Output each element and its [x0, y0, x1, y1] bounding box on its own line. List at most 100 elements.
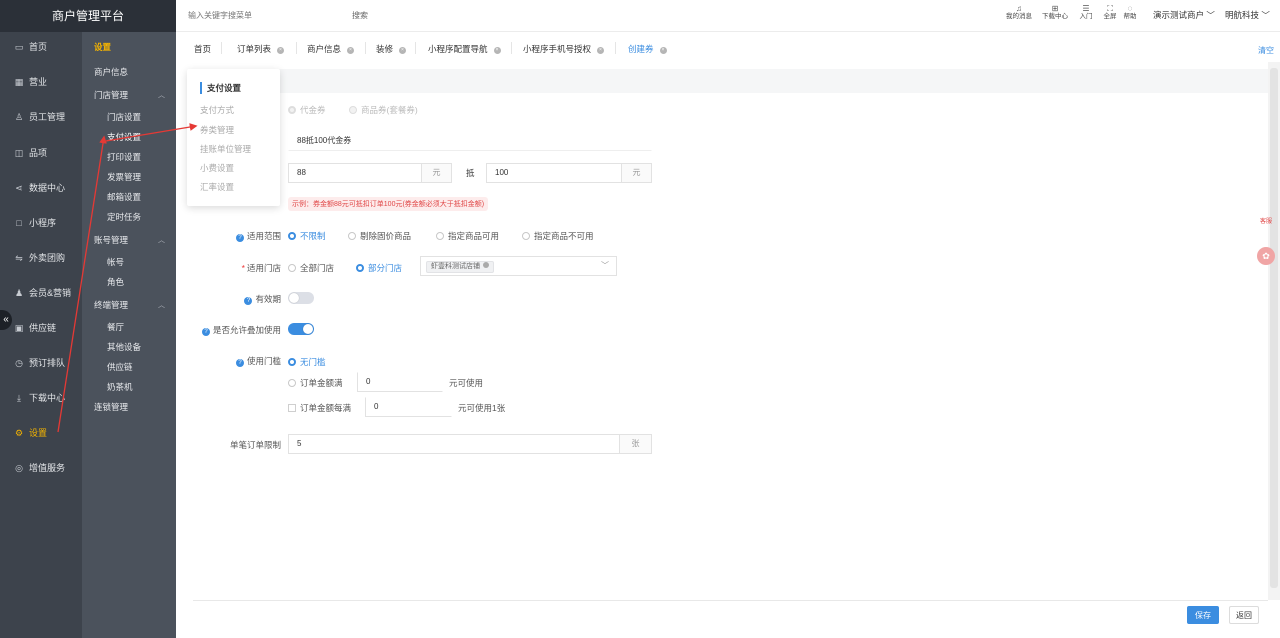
tab-miniapp-phone[interactable]: 小程序手机号授权 ×: [523, 43, 605, 55]
close-icon[interactable]: ×: [597, 47, 605, 54]
close-icon[interactable]: ×: [347, 47, 355, 54]
scope-exclude-fixed-radio[interactable]: 剔除固价商品: [348, 230, 411, 242]
sidebar-item-business[interactable]: ▦ 营业: [0, 67, 82, 97]
validity-toggle[interactable]: [288, 292, 314, 304]
tab-create-coupon[interactable]: 创建券 ×: [628, 43, 667, 55]
submenu-tea-machine[interactable]: 奶茶机: [107, 381, 133, 393]
coupon-name-input[interactable]: 88抵100代金券: [288, 131, 652, 151]
submenu-store-settings[interactable]: 门店设置: [107, 111, 141, 123]
sidebar-item-settings[interactable]: ⚙ 设置: [0, 418, 82, 448]
help-icon[interactable]: ?: [235, 234, 244, 242]
threshold-full-radio[interactable]: 订单金额满: [288, 377, 343, 389]
tab-merchant-info[interactable]: 商户信息 ×: [307, 43, 355, 55]
help-icon[interactable]: ?: [244, 297, 253, 305]
sidebar-item-booking[interactable]: ◷ 预订排队: [0, 348, 82, 378]
submenu-payment-settings[interactable]: 支付设置: [107, 131, 141, 143]
tab-home[interactable]: 首页: [194, 43, 211, 55]
close-icon[interactable]: ×: [493, 47, 501, 54]
stores-all-radio[interactable]: 全部门店: [288, 262, 334, 274]
threshold-label: ? 使用门槛: [205, 355, 281, 367]
scope-specified-radio[interactable]: 指定商品可用: [436, 230, 499, 242]
stores-partial-radio[interactable]: 部分门店: [356, 262, 402, 274]
messages-tool[interactable]: ♫ 我的消息: [1006, 5, 1032, 21]
submenu-account-mgmt[interactable]: 账号管理 ︿: [94, 234, 165, 246]
sidebar-item-member[interactable]: ♟ 会员&营销: [0, 278, 82, 308]
sidebar-item-download[interactable]: ⤓ 下载中心: [0, 383, 82, 413]
submenu-supply-chain[interactable]: 供应链: [107, 361, 133, 373]
sidebar-item-miniapp[interactable]: □ 小程序: [0, 208, 82, 238]
popup-item-payment-methods[interactable]: 支付方式: [200, 104, 234, 116]
close-icon[interactable]: ×: [659, 47, 667, 54]
download-icon: ⊞: [1051, 4, 1059, 13]
sidebar-item-staff[interactable]: ♙ 员工管理: [0, 102, 82, 132]
sidebar-item-products[interactable]: ◫ 品项: [0, 138, 82, 168]
menu-search-input[interactable]: [188, 8, 338, 23]
coupon-type-voucher-radio[interactable]: 代金券: [288, 104, 326, 116]
help-icon[interactable]: ?: [235, 359, 244, 367]
popup-item-tips[interactable]: 小费设置: [200, 162, 234, 174]
clear-tabs-button[interactable]: 清空: [1258, 45, 1274, 56]
submenu-print-settings[interactable]: 打印设置: [107, 151, 141, 163]
tab-decoration[interactable]: 装修 ×: [376, 43, 407, 55]
scrollbar-thumb[interactable]: [1270, 68, 1278, 588]
sidebar-item-services[interactable]: ◎ 增值服务: [0, 453, 82, 483]
tab-orders[interactable]: 订单列表 ×: [237, 43, 285, 55]
tab-bar: 首页 订单列表 × 商户信息 × 装修 × 小程序配置导航 × 小程序手机号授权 × 创建…: [176, 36, 1280, 62]
threshold-each-input[interactable]: 0: [365, 397, 452, 417]
submenu-chain-mgmt[interactable]: 连锁管理: [94, 401, 128, 413]
limit-unit: 张: [620, 434, 652, 454]
tab-miniapp-nav[interactable]: 小程序配置导航 ×: [428, 43, 501, 55]
chevron-down-icon: ﹀: [1206, 10, 1215, 20]
submenu-other-devices[interactable]: 其他设备: [107, 341, 141, 353]
face-value-input[interactable]: 88: [288, 163, 422, 183]
save-button[interactable]: 保存: [1187, 606, 1219, 624]
search-button[interactable]: 搜索: [352, 10, 368, 21]
sidebar: ▭ 首页 ▦ 营业 ♙ 员工管理 ◫ 品项 ⋖ 数据中心 □ 小程序 ⇋ 外卖团购 ♟ 会员&营…: [0, 0, 82, 638]
back-button[interactable]: 返回: [1229, 606, 1259, 624]
submenu-title: 设置: [94, 42, 112, 52]
help-icon[interactable]: ?: [201, 328, 210, 336]
scope-unlimited-radio[interactable]: 不限制: [288, 230, 326, 242]
stack-toggle[interactable]: [288, 323, 314, 335]
close-icon[interactable]: ×: [399, 47, 407, 54]
threshold-full-input[interactable]: 0: [357, 372, 443, 392]
popup-item-credit-units[interactable]: 挂账单位管理: [200, 143, 251, 155]
threshold-each-checkbox[interactable]: 订单金额每满: [288, 402, 351, 414]
close-icon[interactable]: [483, 262, 489, 268]
bell-icon: ♫: [1016, 4, 1022, 13]
validity-label: ? 有效期: [205, 293, 281, 305]
submenu-role[interactable]: 角色: [107, 276, 124, 288]
threshold-none-radio[interactable]: 无门槛: [288, 356, 326, 368]
submenu-merchant-info[interactable]: 商户信息: [94, 66, 128, 78]
coupon-type-product-radio[interactable]: 商品券(套餐券): [349, 104, 418, 116]
limit-input[interactable]: 5: [288, 434, 620, 454]
share-icon: ⋖: [15, 183, 23, 193]
submenu-invoice-mgmt[interactable]: 发票管理: [107, 171, 141, 183]
popup-item-exchange-rate[interactable]: 汇率设置: [200, 181, 234, 193]
download-tool[interactable]: ⊞ 下载中心: [1042, 5, 1068, 21]
submenu-hall[interactable]: 餐厅: [107, 321, 124, 333]
sidebar-item-delivery[interactable]: ⇋ 外卖团购: [0, 243, 82, 273]
chevron-up-icon: ︿: [158, 92, 165, 99]
chevron-up-icon: ︿: [158, 237, 165, 244]
help-tool[interactable]: ◌ 帮助: [1117, 5, 1143, 21]
submenu-account[interactable]: 帐号: [107, 256, 124, 268]
scope-specified-not-radio[interactable]: 指定商品不可用: [522, 230, 594, 242]
submenu-store-mgmt[interactable]: 门店管理 ︿: [94, 89, 165, 101]
guide-tool[interactable]: ☰ 入门: [1073, 5, 1099, 21]
sidebar-item-data[interactable]: ⋖ 数据中心: [0, 173, 82, 203]
submenu-email-settings[interactable]: 邮箱设置: [107, 191, 141, 203]
sidebar-item-supply[interactable]: ▣ 供应链: [0, 313, 82, 343]
chat-float-icon[interactable]: ✿: [1257, 247, 1275, 265]
deduct-value-input[interactable]: 100: [486, 163, 622, 183]
example-tip: 示例：券金额88元可抵扣订单100元(券金额必须大于抵扣金额): [288, 197, 489, 211]
truck-icon: ▣: [14, 323, 24, 333]
close-icon[interactable]: ×: [277, 47, 285, 54]
submenu-timed-tasks[interactable]: 定时任务: [107, 211, 141, 223]
support-badge[interactable]: 客服: [1259, 218, 1273, 236]
submenu-terminal-mgmt[interactable]: 终端管理 ︿: [94, 299, 165, 311]
account-switcher[interactable]: 演示测试商户 ﹀: [1153, 9, 1215, 21]
user-menu[interactable]: 明航科技 ﹀: [1225, 9, 1270, 21]
sidebar-item-home[interactable]: ▭ 首页: [0, 32, 82, 62]
popup-item-coupon-mgmt[interactable]: 券类管理: [200, 124, 234, 136]
